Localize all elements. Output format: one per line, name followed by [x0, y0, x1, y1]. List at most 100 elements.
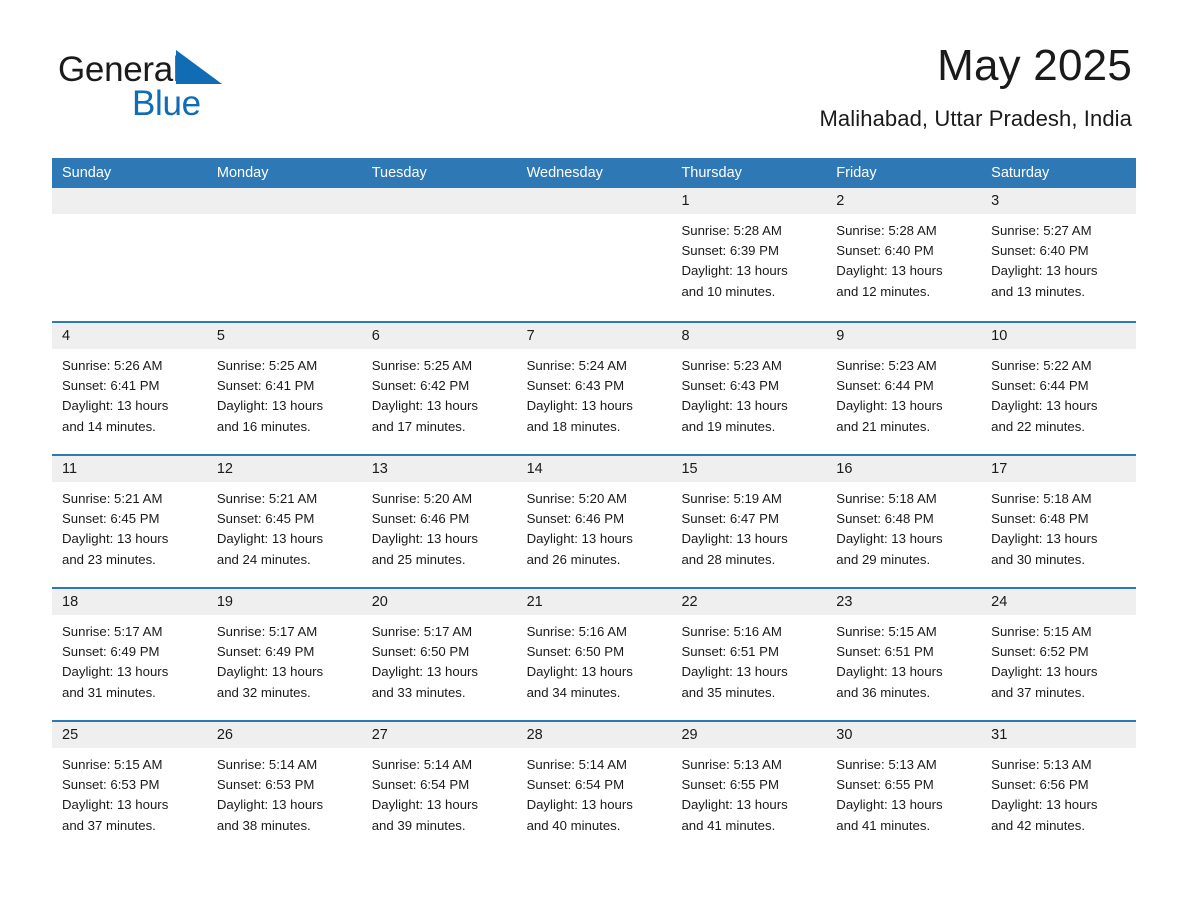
- day-number-band: 25: [52, 722, 207, 748]
- day-details: Sunrise: 5:22 AM Sunset: 6:44 PM Daylight:…: [981, 349, 1136, 437]
- daylight-text-line1: Daylight: 13 hours: [371, 398, 479, 414]
- calendar-day-cell[interactable]: 12 Sunrise: 5:21 AM Sunset: 6:45 PM Dayligh…: [206, 456, 362, 587]
- calendar-day-cell[interactable]: 1 Sunrise: 5:28 AM Sunset: 6:39 PM Daylight…: [671, 188, 827, 321]
- day-number-band: 30: [826, 722, 982, 748]
- day-details: Sunrise: 5:25 AM Sunset: 6:41 PM Daylight:…: [207, 349, 362, 437]
- sunset-text: Sunset: 6:51 PM: [836, 644, 934, 660]
- daylight-text-line1: Daylight: 13 hours: [216, 797, 324, 813]
- weekday-header-thursday: Thursday: [681, 165, 742, 181]
- weekday-header-row: Sunday Monday Tuesday Wednesday Thursday Frid…: [52, 158, 1136, 188]
- calendar-day-cell[interactable]: 25 Sunrise: 5:15 AM Sunset: 6:53 PM Dayligh…: [52, 722, 207, 853]
- daylight-text-line1: Daylight: 13 hours: [836, 797, 943, 813]
- day-details: Sunrise: 5:13 AM Sunset: 6:55 PM Daylight:…: [826, 748, 981, 836]
- weekday-header-sunday: Sunday: [62, 165, 112, 181]
- sunrise-text: Sunrise: 5:18 AM: [836, 491, 937, 506]
- daylight-text-line2: and 14 minutes.: [62, 418, 156, 434]
- calendar-day-cell[interactable]: 18 Sunrise: 5:17 AM Sunset: 6:49 PM Dayligh…: [52, 589, 207, 720]
- calendar-day-cell[interactable]: 23 Sunrise: 5:15 AM Sunset: 6:51 PM Dayligh…: [826, 589, 982, 720]
- calendar-week-row: 11 Sunrise: 5:21 AM Sunset: 6:45 PM Dayligh…: [52, 454, 1137, 587]
- generalblue-logo[interactable]: General Blue: [58, 50, 358, 132]
- daylight-text-line2: and 38 minutes.: [216, 817, 311, 833]
- daylight-text-line1: Daylight: 13 hours: [681, 398, 788, 414]
- calendar-day-cell[interactable]: 30 Sunrise: 5:13 AM Sunset: 6:55 PM Dayligh…: [826, 722, 982, 853]
- daylight-text-line2: and 19 minutes.: [681, 418, 776, 434]
- day-number: 25: [62, 727, 79, 743]
- calendar-day-cell[interactable]: 24 Sunrise: 5:15 AM Sunset: 6:52 PM Dayligh…: [981, 589, 1137, 720]
- calendar-day-cell[interactable]: 9 Sunrise: 5:23 AM Sunset: 6:44 PM Daylight…: [826, 323, 982, 454]
- day-details: Sunrise: 5:16 AM Sunset: 6:50 PM Daylight:…: [517, 615, 672, 703]
- day-details: Sunrise: 5:28 AM Sunset: 6:40 PM Daylight:…: [826, 214, 981, 302]
- daylight-text-line2: and 39 minutes.: [371, 817, 466, 833]
- calendar-day-cell[interactable]: 5 Sunrise: 5:25 AM Sunset: 6:41 PM Daylight…: [206, 323, 362, 454]
- calendar-week-row: 25 Sunrise: 5:15 AM Sunset: 6:53 PM Dayligh…: [52, 720, 1137, 853]
- daylight-text-line2: and 22 minutes.: [991, 418, 1085, 434]
- calendar-day-cell[interactable]: 19 Sunrise: 5:17 AM Sunset: 6:49 PM Dayligh…: [206, 589, 362, 720]
- calendar-day-cell-empty: [52, 188, 207, 321]
- calendar-weeks: 1 Sunrise: 5:28 AM Sunset: 6:39 PM Daylight…: [52, 188, 1137, 853]
- calendar-week-row: 4 Sunrise: 5:26 AM Sunset: 6:41 PM Daylight…: [52, 321, 1137, 454]
- sunset-text: Sunset: 6:52 PM: [991, 644, 1089, 660]
- calendar-page: General Blue May 2025 Malihabad, Uttar P…: [0, 0, 1188, 918]
- calendar-day-cell[interactable]: 16 Sunrise: 5:18 AM Sunset: 6:48 PM Dayligh…: [826, 456, 982, 587]
- weekday-header-saturday: Saturday: [991, 165, 1050, 181]
- calendar-day-cell[interactable]: 11 Sunrise: 5:21 AM Sunset: 6:45 PM Dayligh…: [52, 456, 207, 587]
- weekday-header-monday: Monday: [216, 165, 269, 181]
- daylight-text-line1: Daylight: 13 hours: [836, 398, 943, 414]
- calendar-day-cell[interactable]: 2 Sunrise: 5:28 AM Sunset: 6:40 PM Daylight…: [826, 188, 982, 321]
- day-number-band: 18: [52, 589, 207, 615]
- calendar-day-cell[interactable]: 15 Sunrise: 5:19 AM Sunset: 6:47 PM Dayligh…: [671, 456, 827, 587]
- calendar-day-cell[interactable]: 21 Sunrise: 5:16 AM Sunset: 6:50 PM Dayligh…: [516, 589, 672, 720]
- sunrise-text: Sunrise: 5:24 AM: [526, 358, 628, 373]
- calendar-day-cell[interactable]: 4 Sunrise: 5:26 AM Sunset: 6:41 PM Daylight…: [52, 323, 207, 454]
- calendar-day-cell[interactable]: 8 Sunrise: 5:23 AM Sunset: 6:43 PM Daylight…: [671, 323, 827, 454]
- sunrise-text: Sunrise: 5:19 AM: [681, 491, 782, 506]
- sunrise-text: Sunrise: 5:28 AM: [836, 223, 937, 238]
- day-number: 20: [371, 594, 388, 610]
- calendar-day-cell[interactable]: 3 Sunrise: 5:27 AM Sunset: 6:40 PM Daylight…: [981, 188, 1137, 321]
- day-details: Sunrise: 5:14 AM Sunset: 6:54 PM Daylight:…: [517, 748, 672, 836]
- day-number: 26: [216, 727, 233, 743]
- day-details: Sunrise: 5:20 AM Sunset: 6:46 PM Daylight:…: [362, 482, 517, 570]
- sunrise-text: Sunrise: 5:15 AM: [62, 757, 163, 772]
- page-title: May 2025: [937, 41, 1132, 90]
- sunset-text: Sunset: 6:47 PM: [681, 511, 779, 527]
- day-number: 28: [526, 727, 543, 743]
- calendar-day-cell[interactable]: 29 Sunrise: 5:13 AM Sunset: 6:55 PM Dayligh…: [671, 722, 827, 853]
- calendar-day-cell[interactable]: 17 Sunrise: 5:18 AM Sunset: 6:48 PM Dayligh…: [981, 456, 1137, 587]
- day-number-band: 3: [981, 188, 1137, 214]
- daylight-text-line2: and 25 minutes.: [371, 551, 466, 567]
- page-header: General Blue May 2025 Malihabad, Uttar P…: [0, 0, 1188, 148]
- day-details: Sunrise: 5:14 AM Sunset: 6:54 PM Daylight:…: [362, 748, 517, 836]
- day-details: Sunrise: 5:15 AM Sunset: 6:51 PM Daylight:…: [826, 615, 981, 703]
- day-number-band: 17: [981, 456, 1137, 482]
- calendar-day-cell[interactable]: 6 Sunrise: 5:25 AM Sunset: 6:42 PM Daylight…: [361, 323, 517, 454]
- calendar-day-cell[interactable]: 27 Sunrise: 5:14 AM Sunset: 6:54 PM Dayligh…: [361, 722, 517, 853]
- day-number-band: 4: [52, 323, 207, 349]
- daylight-text-line1: Daylight: 13 hours: [681, 263, 788, 279]
- calendar-day-cell[interactable]: 28 Sunrise: 5:14 AM Sunset: 6:54 PM Dayligh…: [516, 722, 672, 853]
- day-number-band: 7: [516, 323, 672, 349]
- sunrise-text: Sunrise: 5:13 AM: [991, 757, 1092, 772]
- day-number-band: 9: [826, 323, 982, 349]
- calendar-day-cell[interactable]: 14 Sunrise: 5:20 AM Sunset: 6:46 PM Dayligh…: [516, 456, 672, 587]
- daylight-text-line2: and 23 minutes.: [62, 551, 156, 567]
- day-number-band: 1: [671, 188, 827, 214]
- calendar-day-cell[interactable]: 20 Sunrise: 5:17 AM Sunset: 6:50 PM Dayligh…: [361, 589, 517, 720]
- calendar-day-cell[interactable]: 13 Sunrise: 5:20 AM Sunset: 6:46 PM Dayligh…: [361, 456, 517, 587]
- day-number: 14: [526, 461, 543, 477]
- sunset-text: Sunset: 6:49 PM: [216, 644, 315, 660]
- sunrise-text: Sunrise: 5:28 AM: [681, 223, 782, 238]
- day-number: 29: [681, 727, 698, 743]
- day-number-band: 23: [826, 589, 982, 615]
- logo-text-blue: Blue: [132, 84, 201, 123]
- day-number-band: [516, 188, 672, 214]
- day-number: 15: [681, 461, 698, 477]
- weekday-header-friday: Friday: [836, 165, 877, 181]
- calendar-day-cell[interactable]: 22 Sunrise: 5:16 AM Sunset: 6:51 PM Dayligh…: [671, 589, 827, 720]
- calendar-day-cell[interactable]: 10 Sunrise: 5:22 AM Sunset: 6:44 PM Dayligh…: [981, 323, 1137, 454]
- calendar-day-cell[interactable]: 7 Sunrise: 5:24 AM Sunset: 6:43 PM Daylight…: [516, 323, 672, 454]
- day-details: Sunrise: 5:28 AM Sunset: 6:39 PM Daylight:…: [671, 214, 826, 302]
- calendar-day-cell[interactable]: 26 Sunrise: 5:14 AM Sunset: 6:53 PM Dayligh…: [206, 722, 362, 853]
- calendar-day-cell[interactable]: 31 Sunrise: 5:13 AM Sunset: 6:56 PM Dayligh…: [981, 722, 1137, 853]
- daylight-text-line2: and 10 minutes.: [681, 283, 776, 299]
